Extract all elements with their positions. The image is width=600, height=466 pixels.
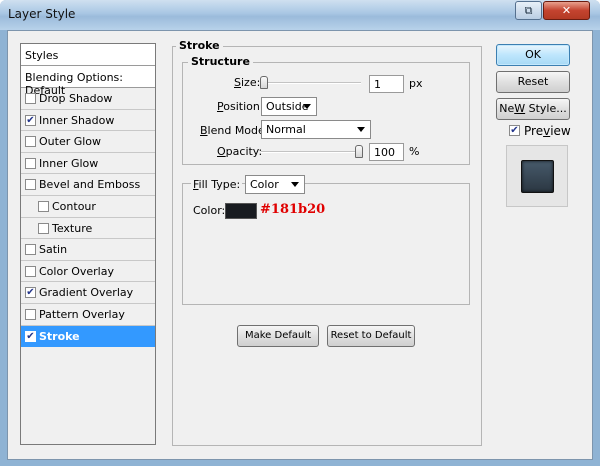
styles-header[interactable]: Styles	[21, 44, 155, 66]
style-item-label: Outer Glow	[39, 135, 102, 149]
opacity-label: Opacity:	[217, 145, 263, 158]
size-unit: px	[409, 77, 423, 90]
style-item-label: Stroke	[39, 329, 80, 343]
checkbox[interactable]	[25, 265, 36, 277]
dialog-body: Styles Blending Options: Default Drop Sh…	[7, 30, 593, 460]
checkbox[interactable]	[38, 200, 49, 212]
color-label: Color:	[193, 204, 226, 217]
style-item-label: Inner Shadow	[39, 113, 115, 127]
style-item-label: Drop Shadow	[39, 92, 113, 105]
make-default-button[interactable]: Make Default	[237, 325, 319, 347]
style-item-stroke[interactable]: ✔ Stroke	[21, 325, 155, 348]
close-button[interactable]: ✕	[543, 1, 590, 20]
new-style-button[interactable]: NeW Style...	[496, 98, 570, 120]
stroke-title: Stroke	[176, 39, 223, 52]
reset-button[interactable]: Reset	[496, 71, 570, 93]
structure-title: Structure	[188, 55, 253, 68]
blend-mode-value: Normal	[266, 123, 306, 136]
style-item-gradient-overlay[interactable]: ✔ Gradient Overlay	[21, 282, 155, 304]
style-item-texture[interactable]: Texture	[21, 218, 155, 240]
style-item-label: Color Overlay	[39, 264, 114, 278]
style-item-label: Contour	[52, 199, 96, 213]
structure-group: Structure Size: 1 px Position: Outside B…	[182, 55, 470, 165]
title-bar[interactable]: Layer Style ⧉ ✕	[0, 0, 600, 30]
style-item-label: Gradient Overlay	[39, 286, 134, 300]
size-slider-track[interactable]	[261, 82, 361, 84]
checkbox[interactable]	[25, 244, 36, 256]
fill-type-value: Color	[250, 178, 279, 191]
opacity-input[interactable]: 100	[369, 143, 404, 161]
preview-thumbnail	[521, 160, 554, 193]
chevron-down-icon	[303, 104, 311, 109]
opacity-slider-thumb[interactable]	[355, 145, 363, 158]
fill-type-label: Fill Type:	[191, 178, 243, 191]
opacity-unit: %	[409, 145, 420, 158]
preview-label: Preview	[524, 124, 571, 138]
checkbox[interactable]	[38, 222, 49, 234]
stroke-group: Stroke Structure Size: 1 px Position: Ou…	[172, 39, 482, 446]
window-title: Layer Style	[8, 7, 76, 21]
checkbox[interactable]	[25, 179, 36, 191]
layer-style-window: Layer Style ⧉ ✕ Styles Blending Options:…	[0, 0, 600, 466]
color-hex-annotation: #181b20	[260, 202, 326, 217]
style-item-color-overlay[interactable]: Color Overlay	[21, 261, 155, 283]
style-item-satin[interactable]: Satin	[21, 239, 155, 261]
checkbox[interactable]: ✔	[25, 114, 36, 126]
style-item-bevel-and-emboss[interactable]: Bevel and Emboss	[21, 174, 155, 196]
chevron-down-icon	[357, 127, 365, 132]
preview-checkbox[interactable]: ✔	[509, 125, 520, 136]
style-item-label: Texture	[52, 221, 93, 235]
style-item-contour[interactable]: Contour	[21, 196, 155, 218]
size-label: Size:	[234, 76, 261, 89]
fill-type-select[interactable]: Color	[245, 175, 305, 194]
blending-options-item[interactable]: Blending Options: Default	[21, 66, 155, 97]
size-input[interactable]: 1	[369, 75, 404, 93]
checkbox[interactable]	[25, 308, 36, 320]
style-item-outer-glow[interactable]: Outer Glow	[21, 131, 155, 153]
styles-list: Styles Blending Options: Default Drop Sh…	[20, 43, 156, 445]
restore-icon: ⧉	[524, 4, 533, 17]
color-swatch[interactable]	[225, 203, 257, 219]
opacity-slider-track[interactable]	[261, 151, 361, 153]
chevron-down-icon	[291, 182, 299, 187]
style-item-inner-shadow[interactable]: ✔ Inner Shadow	[21, 110, 155, 132]
fill-group: Fill Type: Color Color: #181b20	[182, 175, 470, 305]
style-item-pattern-overlay[interactable]: Pattern Overlay	[21, 304, 155, 326]
size-slider-thumb[interactable]	[260, 76, 268, 89]
position-select[interactable]: Outside	[261, 97, 317, 116]
style-item-label: Bevel and Emboss	[39, 178, 141, 192]
blend-mode-select[interactable]: Normal	[261, 120, 371, 139]
restore-button[interactable]: ⧉	[515, 1, 542, 20]
checkbox[interactable]	[25, 157, 36, 169]
style-item-inner-glow[interactable]: Inner Glow	[21, 153, 155, 175]
position-label: Position:	[217, 100, 264, 113]
preview-box	[506, 145, 568, 207]
style-item-label: Inner Glow	[39, 156, 99, 170]
style-item-label: Pattern Overlay	[39, 307, 125, 321]
style-item-label: Satin	[39, 243, 68, 257]
close-icon: ✕	[561, 4, 572, 17]
checkbox[interactable]	[25, 136, 36, 148]
blend-mode-label: Blend Mode:	[200, 124, 269, 137]
checkbox[interactable]	[25, 93, 36, 104]
checkbox[interactable]: ✔	[25, 287, 36, 299]
style-item-drop-shadow[interactable]: Drop Shadow	[21, 88, 155, 110]
reset-to-default-button[interactable]: Reset to Default	[327, 325, 415, 347]
ok-button[interactable]: OK	[496, 44, 570, 66]
checkbox[interactable]: ✔	[25, 330, 36, 342]
